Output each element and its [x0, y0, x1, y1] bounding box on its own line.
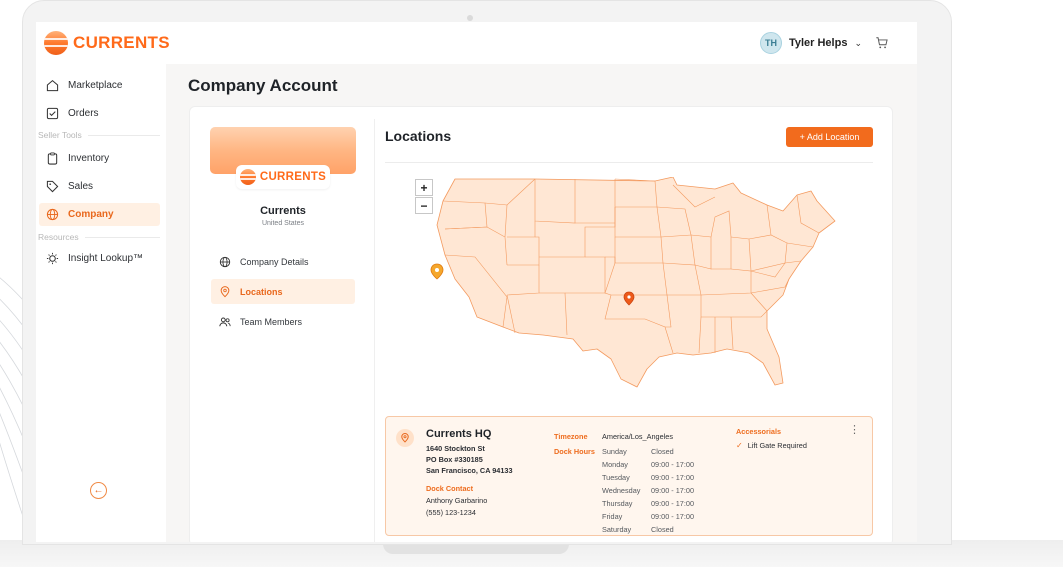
- hours-time: 09:00 - 17:00: [651, 512, 695, 521]
- sidebar-item-marketplace[interactable]: Marketplace: [39, 74, 160, 97]
- location-card[interactable]: Currents HQ 1640 Stockton St PO Box #330…: [385, 416, 873, 536]
- lightbulb-icon: [45, 252, 59, 266]
- usa-map: [430, 177, 836, 388]
- accessorial-item: ✓ Lift Gate Required: [736, 441, 807, 450]
- section-label-seller-tools: Seller Tools: [38, 130, 160, 140]
- collapse-sidebar-button[interactable]: ←: [90, 482, 107, 499]
- dock-contact-label: Dock Contact: [426, 484, 474, 493]
- hours-day: Tuesday: [602, 473, 630, 482]
- currents-logo-icon: [239, 169, 256, 185]
- company-country: United States: [261, 220, 305, 227]
- hours-time: 09:00 - 17:00: [651, 460, 695, 469]
- menu-item-company-details[interactable]: Company Details: [211, 249, 355, 274]
- sidebar-item-company[interactable]: Company: [39, 203, 160, 226]
- clipboard-icon: [45, 152, 59, 166]
- address-line: PO Box #330185: [426, 455, 483, 464]
- dock-contact-name: Anthony Garbarino: [426, 496, 488, 505]
- arrow-left-icon: ←: [93, 485, 104, 496]
- company-logo-text: CURRENTS: [259, 171, 327, 183]
- add-location-button[interactable]: + Add Location: [786, 127, 873, 147]
- menu-item-label: Team Members: [240, 316, 303, 327]
- location-name: Currents HQ: [426, 428, 492, 440]
- app-screen: CURRENTS TH Tyler Helps ⌄ Marketplace Or…: [36, 22, 917, 542]
- check-icon: ✓: [736, 441, 743, 450]
- company-logo: CURRENTS: [236, 165, 330, 189]
- us-outline: [436, 177, 836, 388]
- sidebar-item-label: Orders: [68, 108, 99, 119]
- hours-day: Saturday: [602, 525, 632, 534]
- dock-hours-label: Dock Hours: [554, 447, 595, 456]
- map-pin-icon: [396, 429, 414, 447]
- cart-icon[interactable]: [875, 36, 889, 50]
- brand-logo[interactable]: CURRENTS: [44, 31, 170, 55]
- camera-dot: [467, 15, 473, 21]
- sidebar-item-label: Sales: [68, 181, 94, 192]
- top-bar: CURRENTS TH Tyler Helps ⌄: [36, 22, 917, 64]
- brand-name: CURRENTS: [73, 33, 170, 52]
- hours-day: Sunday: [602, 447, 627, 456]
- hours-time: Closed: [651, 447, 674, 456]
- hours-time: Closed: [651, 525, 674, 534]
- hours-time: 09:00 - 17:00: [651, 499, 695, 508]
- globe-icon: [45, 208, 59, 222]
- column-divider: [374, 119, 375, 542]
- address-line: 1640 Stockton St: [426, 444, 485, 453]
- account-card: CURRENTS Currents United States Company …: [189, 106, 893, 542]
- timezone-value: America/Los_Angeles: [602, 432, 673, 441]
- menu-item-label: Locations: [240, 286, 283, 297]
- hours-time: 09:00 - 17:00: [651, 486, 695, 495]
- hours-day: Wednesday: [602, 486, 641, 495]
- hours-time: 09:00 - 17:00: [651, 473, 695, 482]
- hours-day: Friday: [602, 512, 623, 521]
- sidebar-item-orders[interactable]: Orders: [39, 102, 160, 125]
- accessorial-label: Lift Gate Required: [747, 441, 807, 450]
- currents-logo-icon: [44, 31, 68, 55]
- more-options-icon[interactable]: ⋮: [849, 425, 860, 436]
- users-icon: [218, 315, 232, 329]
- address-line: San Francisco, CA 94133: [426, 466, 513, 475]
- sidebar-item-label: Insight Lookup™: [68, 253, 144, 264]
- tag-icon: [45, 180, 59, 194]
- dock-contact-phone: (555) 123-1234: [426, 508, 476, 517]
- menu-item-label: Company Details: [240, 256, 309, 267]
- sidebar: Marketplace Orders Seller Tools Inventor…: [36, 64, 166, 542]
- home-icon: [45, 79, 59, 93]
- main-content: Company Account CURRENTS Currents United…: [166, 64, 917, 542]
- header-divider: [385, 162, 873, 163]
- accessorials-label: Accessorials: [736, 427, 782, 436]
- timezone-label: Timezone: [554, 432, 588, 441]
- locations-title: Locations: [385, 128, 452, 144]
- page-title: Company Account: [188, 76, 338, 95]
- map-pin-icon: [218, 285, 232, 299]
- avatar: TH: [759, 32, 782, 54]
- globe-icon: [218, 255, 232, 269]
- user-menu[interactable]: TH Tyler Helps ⌄: [759, 32, 889, 54]
- chevron-down-icon: ⌄: [854, 37, 862, 48]
- sidebar-item-label: Inventory: [68, 153, 110, 164]
- sidebar-item-label: Company: [68, 209, 114, 220]
- menu-item-team-members[interactable]: Team Members: [211, 309, 355, 334]
- location-pin-sf[interactable]: [430, 263, 444, 280]
- sidebar-item-sales[interactable]: Sales: [39, 175, 160, 198]
- company-name: Currents: [260, 205, 306, 217]
- sidebar-item-label: Marketplace: [68, 80, 123, 91]
- hours-day: Thursday: [602, 499, 633, 508]
- hours-day: Monday: [602, 460, 628, 469]
- sidebar-item-inventory[interactable]: Inventory: [39, 147, 160, 170]
- locations-map[interactable]: + −: [415, 177, 845, 392]
- sidebar-item-insight-lookup[interactable]: Insight Lookup™: [39, 247, 160, 270]
- checkbox-icon: [45, 107, 59, 121]
- user-name: Tyler Helps: [788, 37, 848, 49]
- menu-item-locations[interactable]: Locations: [211, 279, 355, 304]
- section-label-resources: Resources: [38, 232, 160, 242]
